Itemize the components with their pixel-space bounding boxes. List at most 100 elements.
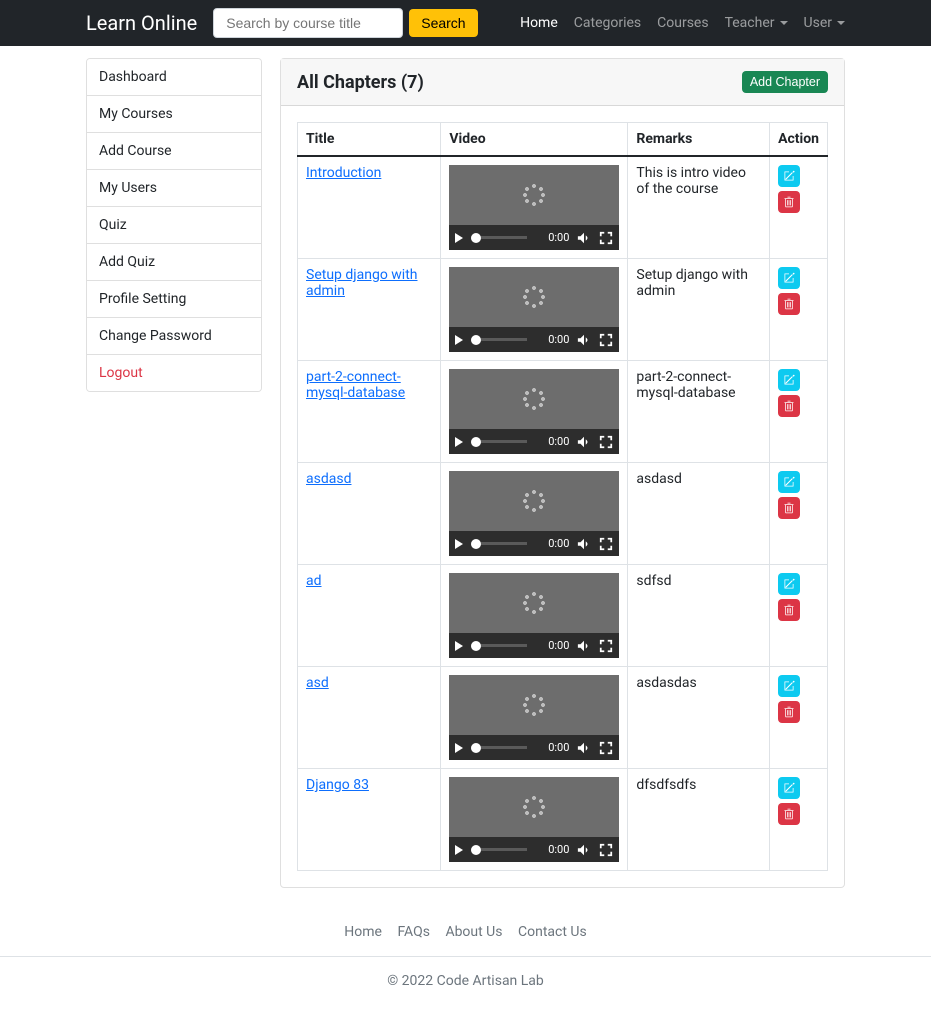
play-icon[interactable]: [455, 335, 463, 345]
sidebar-item-add-quiz[interactable]: Add Quiz: [87, 244, 261, 281]
video-player[interactable]: 0:00: [449, 165, 619, 250]
chapter-title-link[interactable]: Django 83: [306, 777, 369, 793]
table-row: asd0:00asdasdas: [298, 667, 828, 769]
nav-courses[interactable]: Courses: [657, 15, 708, 31]
volume-icon[interactable]: [577, 639, 591, 653]
fullscreen-icon[interactable]: [599, 741, 613, 755]
search-input[interactable]: [213, 8, 403, 38]
nav-user-label: User: [804, 15, 832, 31]
play-icon[interactable]: [455, 437, 463, 447]
volume-icon[interactable]: [577, 333, 591, 347]
video-time: 0:00: [548, 741, 569, 754]
brand-link[interactable]: Learn Online: [86, 11, 197, 35]
sidebar: DashboardMy CoursesAdd CourseMy UsersQui…: [86, 58, 262, 888]
sidebar-item-change-password[interactable]: Change Password: [87, 318, 261, 355]
nav-user-dropdown[interactable]: User: [804, 15, 845, 31]
progress-slider[interactable]: [471, 746, 527, 749]
video-controls: 0:00: [449, 429, 619, 454]
video-time: 0:00: [548, 639, 569, 652]
edit-button[interactable]: [778, 471, 800, 493]
edit-button[interactable]: [778, 267, 800, 289]
nav-home[interactable]: Home: [520, 15, 558, 31]
loading-spinner-icon: [523, 694, 545, 716]
fullscreen-icon[interactable]: [599, 843, 613, 857]
delete-button[interactable]: [778, 293, 800, 315]
sidebar-item-add-course[interactable]: Add Course: [87, 133, 261, 170]
fullscreen-icon[interactable]: [599, 231, 613, 245]
progress-slider[interactable]: [471, 440, 527, 443]
progress-slider[interactable]: [471, 644, 527, 647]
nav-teacher-dropdown[interactable]: Teacher: [725, 15, 788, 31]
chapter-title-link[interactable]: Setup django with admin: [306, 267, 418, 299]
delete-button[interactable]: [778, 701, 800, 723]
footer-contact[interactable]: Contact Us: [518, 924, 587, 940]
video-controls: 0:00: [449, 225, 619, 250]
sidebar-item-dashboard[interactable]: Dashboard: [87, 59, 261, 96]
volume-icon[interactable]: [577, 435, 591, 449]
loading-spinner-icon: [523, 286, 545, 308]
footer-faqs[interactable]: FAQs: [397, 924, 430, 940]
delete-button[interactable]: [778, 803, 800, 825]
fullscreen-icon[interactable]: [599, 333, 613, 347]
chapter-title-link[interactable]: asdasd: [306, 471, 351, 487]
volume-icon[interactable]: [577, 741, 591, 755]
video-player[interactable]: 0:00: [449, 675, 619, 760]
col-title: Title: [298, 123, 441, 157]
volume-icon[interactable]: [577, 843, 591, 857]
search-button[interactable]: Search: [409, 9, 477, 37]
sidebar-item-profile-setting[interactable]: Profile Setting: [87, 281, 261, 318]
video-player[interactable]: 0:00: [449, 573, 619, 658]
edit-button[interactable]: [778, 165, 800, 187]
delete-button[interactable]: [778, 599, 800, 621]
play-icon[interactable]: [455, 539, 463, 549]
nav-teacher-label: Teacher: [725, 15, 775, 31]
footer-links: Home FAQs About Us Contact Us: [0, 900, 931, 948]
sidebar-item-my-users[interactable]: My Users: [87, 170, 261, 207]
edit-button[interactable]: [778, 573, 800, 595]
sidebar-item-my-courses[interactable]: My Courses: [87, 96, 261, 133]
delete-button[interactable]: [778, 497, 800, 519]
progress-slider[interactable]: [471, 236, 527, 239]
progress-slider[interactable]: [471, 848, 527, 851]
nav-categories[interactable]: Categories: [574, 15, 641, 31]
video-time: 0:00: [548, 333, 569, 346]
play-icon[interactable]: [455, 743, 463, 753]
video-controls: 0:00: [449, 735, 619, 760]
chapter-title-link[interactable]: part-2-connect-mysql-database: [306, 369, 405, 401]
edit-button[interactable]: [778, 777, 800, 799]
chapter-title-link[interactable]: Introduction: [306, 165, 381, 181]
fullscreen-icon[interactable]: [599, 537, 613, 551]
video-player[interactable]: 0:00: [449, 471, 619, 556]
footer-home[interactable]: Home: [344, 924, 382, 940]
table-row: part-2-connect-mysql-database 0:00 part-2-…: [298, 361, 828, 463]
fullscreen-icon[interactable]: [599, 639, 613, 653]
progress-slider[interactable]: [471, 338, 527, 341]
video-player[interactable]: 0:00: [449, 267, 619, 352]
delete-button[interactable]: [778, 191, 800, 213]
video-controls: 0:00: [449, 327, 619, 352]
play-icon[interactable]: [455, 233, 463, 243]
table-row: Introduction0:00This is intro video of t…: [298, 156, 828, 259]
progress-slider[interactable]: [471, 542, 527, 545]
add-chapter-button[interactable]: Add Chapter: [742, 71, 828, 93]
video-player[interactable]: 0:00: [449, 777, 619, 862]
video-player[interactable]: 0:00: [449, 369, 619, 454]
play-icon[interactable]: [455, 845, 463, 855]
edit-button[interactable]: [778, 675, 800, 697]
volume-icon[interactable]: [577, 537, 591, 551]
play-icon[interactable]: [455, 641, 463, 651]
chapter-title-link[interactable]: ad: [306, 573, 322, 589]
footer-about[interactable]: About Us: [445, 924, 502, 940]
chapter-remarks: part-2-connect-mysql-database: [628, 361, 770, 463]
chapter-title-link[interactable]: asd: [306, 675, 329, 691]
caret-icon: [780, 21, 788, 25]
main-content: All Chapters (7) Add Chapter Title Video…: [280, 58, 845, 888]
sidebar-item-logout[interactable]: Logout: [87, 355, 261, 391]
delete-button[interactable]: [778, 395, 800, 417]
volume-icon[interactable]: [577, 231, 591, 245]
col-action: Action: [770, 123, 828, 157]
sidebar-item-quiz[interactable]: Quiz: [87, 207, 261, 244]
fullscreen-icon[interactable]: [599, 435, 613, 449]
table-row: ad0:00sdfsd: [298, 565, 828, 667]
edit-button[interactable]: [778, 369, 800, 391]
